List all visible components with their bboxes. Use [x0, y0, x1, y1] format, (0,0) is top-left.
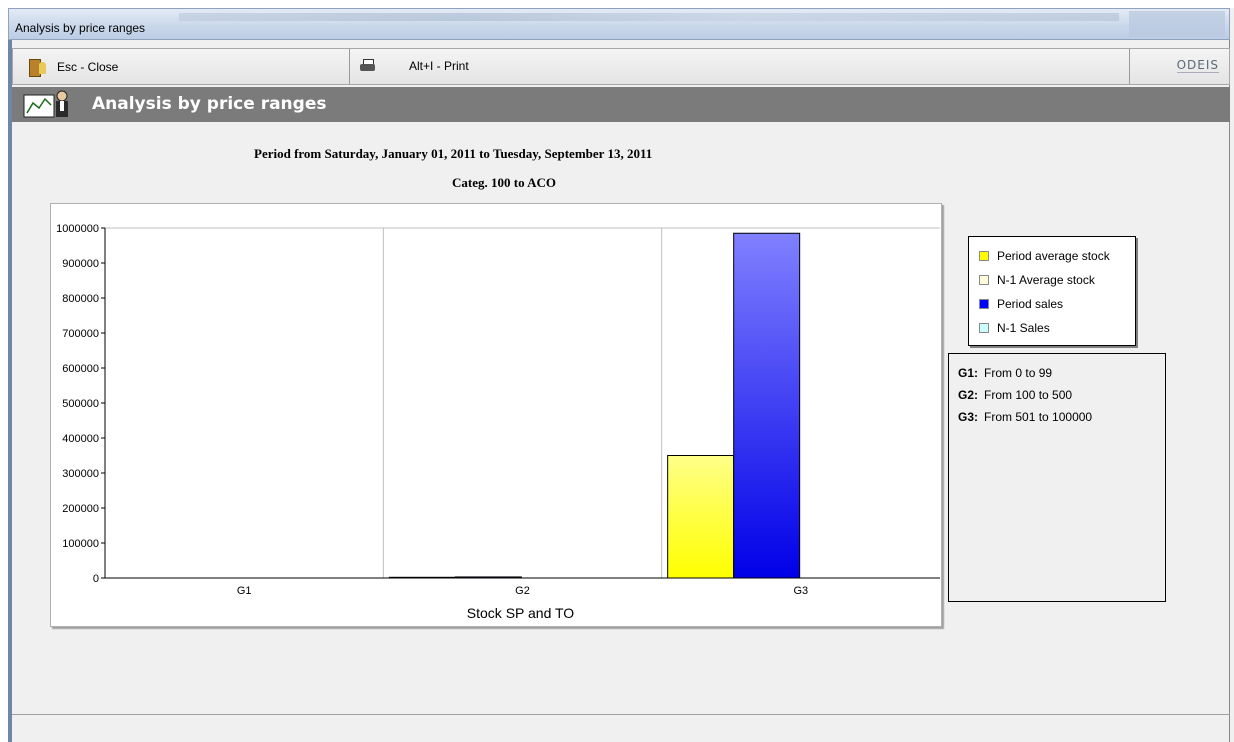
legend-item: Period average stock	[979, 249, 1110, 263]
range-text: From 501 to 100000	[984, 410, 1093, 424]
y-tick-label: 800000	[62, 293, 99, 305]
printer-icon	[359, 58, 377, 74]
y-tick-label: 300000	[62, 468, 99, 480]
page-header: Analysis by price ranges	[12, 87, 1230, 122]
legend-item: N-1 Average stock	[979, 273, 1095, 287]
chart-legend: Period average stock N-1 Average stock P…	[968, 236, 1136, 346]
legend-item: N-1 Sales	[979, 321, 1050, 335]
range-row: G1: From 0 to 99	[958, 366, 1052, 380]
y-tick-label: 900000	[62, 258, 99, 270]
window-left-border	[8, 40, 12, 742]
exit-door-icon	[27, 58, 47, 77]
range-text: From 100 to 500	[984, 388, 1073, 402]
report-period: Period from Saturday, January 01, 2011 t…	[254, 146, 653, 161]
range-row: G2: From 100 to 500	[958, 388, 1072, 402]
report-category: Categ. 100 to ACO	[452, 175, 556, 190]
legend-swatch	[979, 299, 989, 309]
range-code: G2:	[958, 388, 979, 402]
y-tick-label: 400000	[62, 433, 99, 445]
page-title: Analysis by price ranges	[92, 94, 327, 114]
y-tick-label: 100000	[62, 538, 99, 550]
blurred-background	[179, 13, 1119, 21]
window-title: Analysis by price ranges	[15, 21, 146, 35]
bar-period-average-stock	[388, 576, 456, 579]
legend-swatch	[979, 275, 989, 285]
y-tick-label: 1000000	[56, 223, 99, 235]
bar-chart: 0 100000 200000 300000 400000 500000 600000 700…	[56, 223, 940, 621]
legend-label: N-1 Sales	[997, 321, 1050, 335]
bar-period-sales	[454, 576, 522, 579]
x-tick-label: G3	[793, 585, 808, 597]
legend-label: Period average stock	[997, 249, 1110, 263]
range-text: From 0 to 99	[984, 366, 1053, 380]
close-button[interactable]: Esc - Close	[27, 58, 119, 77]
y-tick-label: 700000	[62, 328, 99, 340]
print-button-label: Alt+I - Print	[409, 59, 469, 73]
range-row: G3: From 501 to 100000	[958, 410, 1092, 424]
window-titlebar[interactable]: Analysis by price ranges	[8, 8, 1230, 40]
chart-analyst-icon	[23, 90, 68, 118]
x-tick-label: G2	[515, 585, 530, 597]
y-tick-label: 200000	[62, 503, 99, 515]
x-tick-label: G1	[237, 585, 252, 597]
y-tick-label: 600000	[62, 363, 99, 375]
legend-label: Period sales	[997, 297, 1064, 311]
legend-swatch	[979, 323, 989, 333]
toolbar: Esc - Close Alt+I - Print ODEIS	[12, 48, 1230, 85]
status-bar-divider	[12, 714, 1230, 715]
legend-item: Period sales	[979, 297, 1063, 311]
bar-period-average-stock	[667, 455, 735, 579]
legend-label: N-1 Average stock	[997, 273, 1095, 287]
y-tick-label: 500000	[62, 398, 99, 410]
bar-period-sales	[733, 232, 801, 579]
odeis-logo: ODEIS	[1176, 58, 1219, 73]
range-code: G1:	[958, 366, 979, 380]
close-button-label: Esc - Close	[57, 60, 119, 74]
window-controls[interactable]	[1129, 11, 1225, 37]
y-tick-label: 0	[93, 573, 99, 585]
legend-swatch	[979, 251, 989, 261]
price-ranges-panel: G1: From 0 to 99 G2: From 100 to 500 G3: Fr…	[948, 353, 1166, 602]
chart-area: 0 100000 200000 300000 400000 500000 600000 700…	[50, 203, 942, 627]
print-button[interactable]: Alt+I - Print	[359, 58, 469, 74]
x-axis-title: Stock SP and TO	[467, 605, 575, 621]
range-code: G3:	[958, 410, 979, 424]
